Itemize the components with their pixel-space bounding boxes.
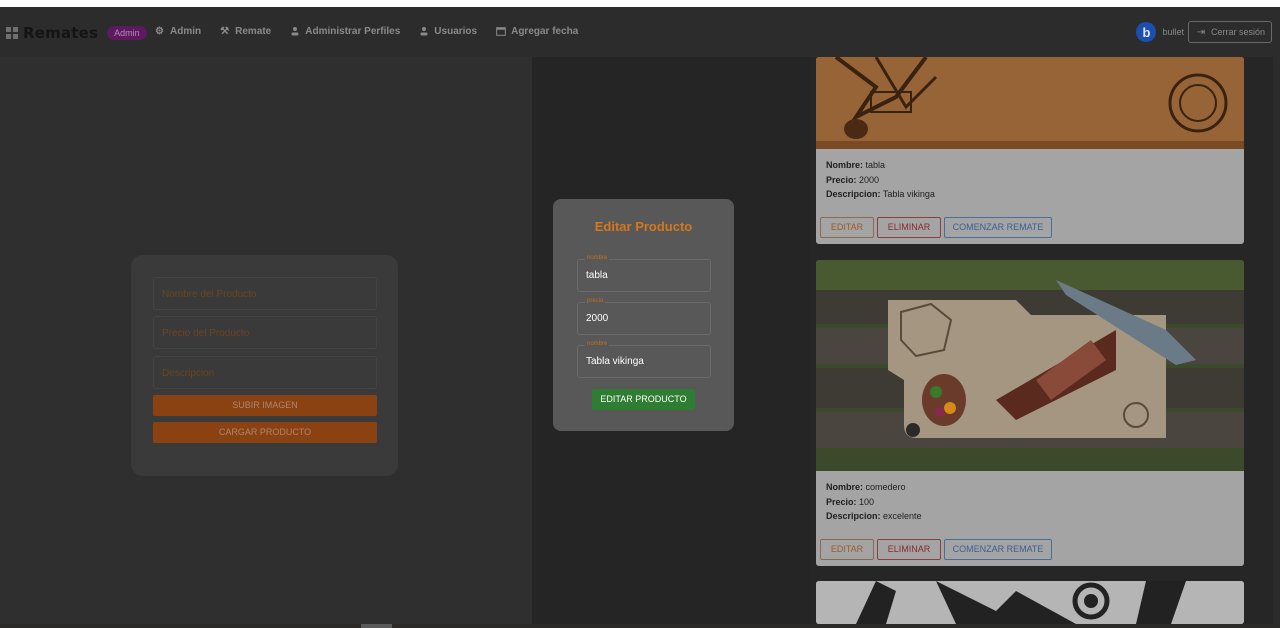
placeholder: Descripcion xyxy=(162,368,215,379)
product-info: Nombre: comedero Precio: 100 Descripcion… xyxy=(826,482,922,521)
person-icon xyxy=(418,26,429,37)
delete-button[interactable]: ELIMINAR xyxy=(877,539,941,560)
scrollbar-thumb[interactable] xyxy=(361,624,392,628)
nav-remate[interactable]: ⚒ Remate xyxy=(219,26,271,37)
product-card: Nombre: comedero Precio: 100 Descripcion… xyxy=(816,260,1244,566)
product-price: 2000 xyxy=(859,174,880,185)
placeholder: Precio del Producto xyxy=(162,328,250,339)
nav-usuarios[interactable]: Usuarios xyxy=(418,26,477,37)
field-value: tabla xyxy=(586,270,608,281)
nav-label: Administrar Perfiles xyxy=(305,26,401,37)
nav-administrar-perfiles[interactable]: Administrar Perfiles xyxy=(289,26,400,37)
role-badge: Admin xyxy=(107,26,147,40)
brand[interactable]: Remates Admin xyxy=(6,24,147,42)
placeholder: Nombre del Producto xyxy=(162,289,257,300)
nav-label: Usuarios xyxy=(434,26,478,37)
edit-description-field[interactable]: nombre Tabla vikinga xyxy=(577,341,711,378)
calendar-icon xyxy=(495,26,506,37)
navbar: Remates Admin ⚙ Admin ⚒ Remate Administr… xyxy=(0,7,1280,57)
load-product-button[interactable]: CARGAR PRODUCTO xyxy=(153,422,377,443)
product-card xyxy=(816,581,1244,624)
product-name: tabla xyxy=(865,160,886,170)
brand-name: Remates xyxy=(23,24,99,42)
product-image xyxy=(816,260,1244,471)
nav-label: Admin xyxy=(170,26,202,37)
user-area: b bullet ⇥ Cerrar sesión xyxy=(1136,21,1272,43)
edit-product-submit-button[interactable]: EDITAR PRODUCTO xyxy=(592,389,695,410)
upload-image-button[interactable]: SUBIR IMAGEN xyxy=(153,395,377,416)
modal-title: Editar Producto xyxy=(594,219,693,234)
product-description: excelente xyxy=(883,511,922,521)
person-icon xyxy=(289,26,300,37)
logout-label: Cerrar sesión xyxy=(1210,27,1265,37)
product-name: comedero xyxy=(865,482,906,492)
add-product-form: Nombre del Producto Precio del Producto … xyxy=(131,255,398,476)
gear-icon: ⚙ xyxy=(155,26,164,37)
field-label: nombre xyxy=(585,341,610,347)
delete-button[interactable]: ELIMINAR xyxy=(877,217,941,238)
product-description: Tabla vikinga xyxy=(882,189,935,199)
username: bullet xyxy=(1162,27,1184,37)
edit-name-field[interactable]: nombre tabla xyxy=(577,255,711,292)
edit-price-field[interactable]: precio 2000 xyxy=(577,298,711,335)
edit-product-modal: Editar Producto nombre tabla precio 2000… xyxy=(553,199,734,431)
horizontal-scrollbar[interactable] xyxy=(0,624,1280,628)
product-image xyxy=(816,57,1244,149)
product-name-input[interactable]: Nombre del Producto xyxy=(153,277,377,310)
browser-top-strip xyxy=(0,0,1280,7)
nav-agregar-fecha[interactable]: Agregar fecha xyxy=(495,26,578,37)
edit-button[interactable]: EDITAR xyxy=(820,539,874,560)
product-card: Nombre: tabla Precio: 2000 Descripcion: … xyxy=(816,57,1244,244)
start-auction-button[interactable]: COMENZAR REMATE xyxy=(944,217,1052,238)
product-info: Nombre: tabla Precio: 2000 Descripcion: … xyxy=(826,160,935,199)
grid-icon xyxy=(6,27,18,39)
field-label: precio xyxy=(585,298,606,304)
field-label: nombre xyxy=(585,255,610,261)
nav-label: Agregar fecha xyxy=(511,26,579,37)
nav-label: Remate xyxy=(235,26,272,37)
avatar[interactable]: b xyxy=(1136,22,1157,42)
logout-icon: ⇥ xyxy=(1196,26,1206,38)
nav-admin[interactable]: ⚙ Admin xyxy=(154,26,201,37)
scrollbar[interactable] xyxy=(1273,57,1280,624)
product-price: 100 xyxy=(859,496,875,507)
gavel-icon: ⚒ xyxy=(220,26,230,37)
field-value: Tabla vikinga xyxy=(586,356,644,367)
logout-button[interactable]: ⇥ Cerrar sesión xyxy=(1187,21,1272,43)
field-value: 2000 xyxy=(586,313,609,324)
product-price-input[interactable]: Precio del Producto xyxy=(153,316,377,349)
edit-button[interactable]: EDITAR xyxy=(820,217,874,238)
product-image xyxy=(816,581,1244,624)
main-nav: ⚙ Admin ⚒ Remate Administrar Perfiles Us… xyxy=(154,26,596,37)
start-auction-button[interactable]: COMENZAR REMATE xyxy=(944,539,1052,560)
product-description-input[interactable]: Descripcion xyxy=(153,356,377,389)
